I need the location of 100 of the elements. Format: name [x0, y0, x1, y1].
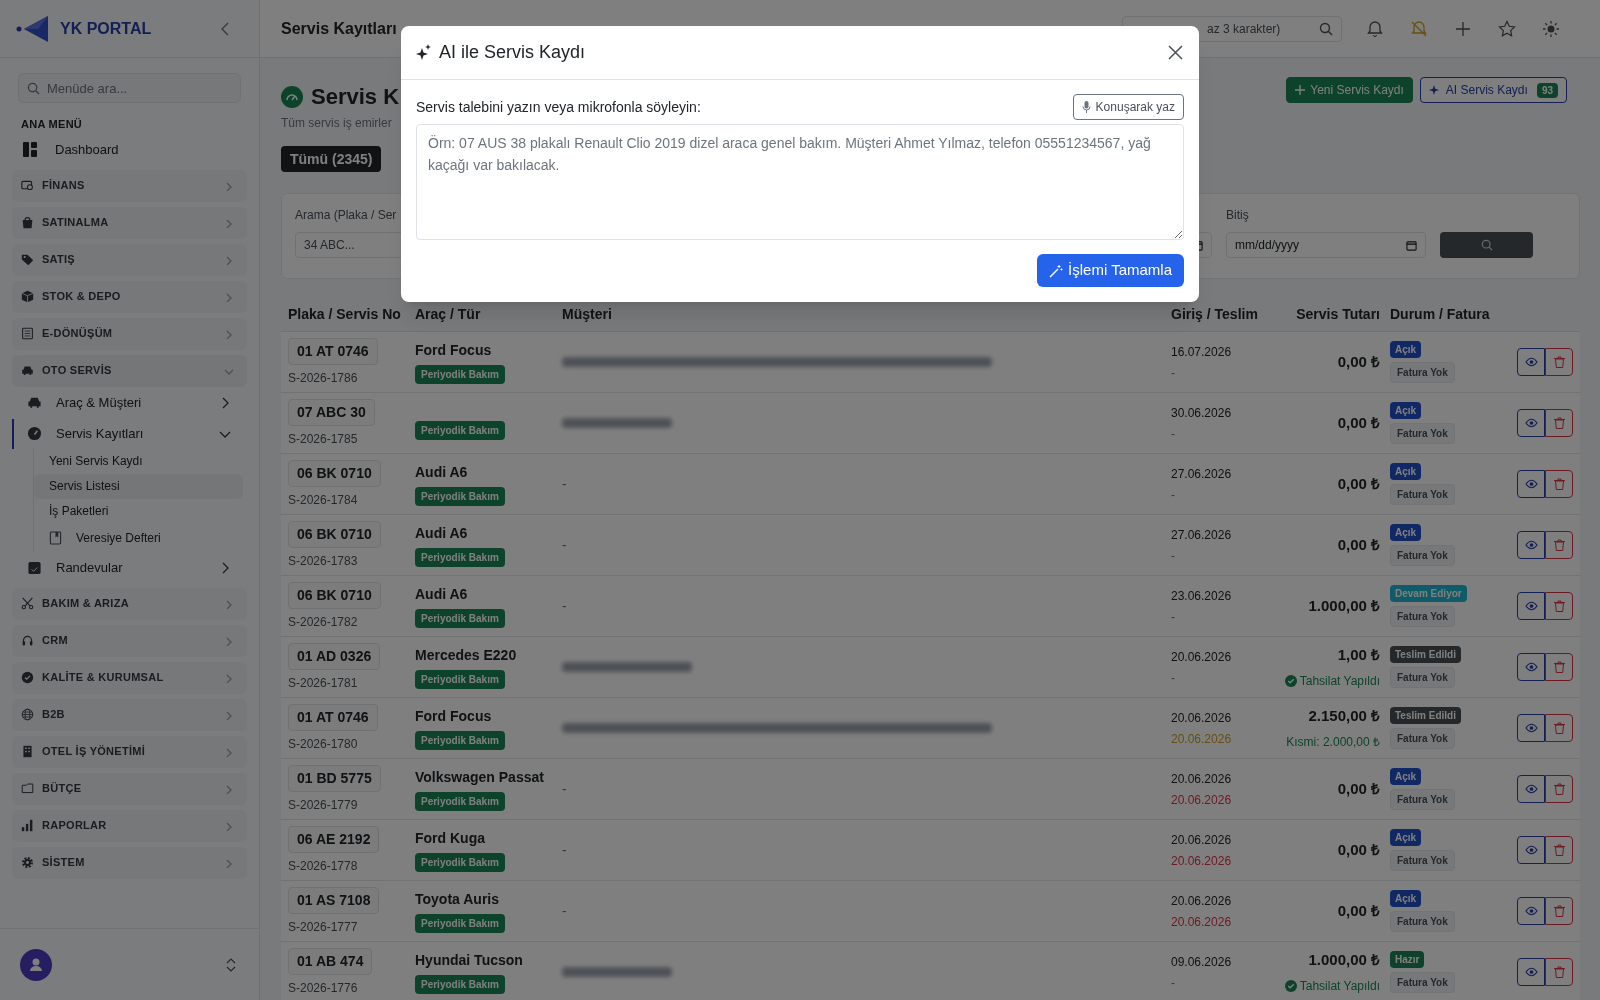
- star-button[interactable]: [1498, 19, 1516, 38]
- delete-button[interactable]: [1545, 836, 1573, 864]
- service-type-badge: Periyodik Bakım: [415, 792, 505, 811]
- eye-icon: [1524, 601, 1538, 611]
- plate-badge: 01 BD 5775: [288, 764, 381, 792]
- menu-section[interactable]: SİSTEM: [12, 846, 247, 879]
- new-record-button[interactable]: Yeni Servis Kaydı: [1286, 77, 1413, 103]
- service-number: S-2026-1785: [288, 430, 358, 448]
- delete-button[interactable]: [1545, 897, 1573, 925]
- plate-badge: 07 ABC 30: [288, 398, 375, 426]
- ai-record-button[interactable]: AI Servis Kaydı 93: [1419, 77, 1567, 103]
- globe-icon: [21, 708, 34, 721]
- status-badge: Açık: [1390, 768, 1422, 785]
- view-button[interactable]: [1517, 348, 1545, 376]
- view-button[interactable]: [1517, 592, 1545, 620]
- delete-button[interactable]: [1545, 958, 1573, 986]
- invoice-badge: Fatura Yok: [1390, 606, 1455, 627]
- sun-button[interactable]: [1542, 19, 1560, 38]
- up-down-chevron-icon: [226, 957, 236, 972]
- service-type-badge: Periyodik Bakım: [415, 975, 505, 994]
- menu-section[interactable]: E-DÖNÜŞÜM: [12, 317, 247, 350]
- menu-section[interactable]: CRM: [12, 624, 247, 657]
- menu-section[interactable]: RAPORLAR: [12, 809, 247, 842]
- filter-tab[interactable]: Tümü (2345): [281, 146, 382, 172]
- status-badge: Devam Ediyor: [1390, 585, 1467, 602]
- submenu-link[interactable]: İş Paketleri: [34, 498, 243, 524]
- view-button[interactable]: [1517, 958, 1545, 986]
- menu-search-field[interactable]: Menüde ara...: [18, 73, 241, 103]
- column-header: Durum / Fatura: [1389, 305, 1491, 324]
- submenu-item[interactable]: Araç & Müşteri: [12, 387, 247, 418]
- view-button[interactable]: [1517, 409, 1545, 437]
- complete-button[interactable]: İşlemi Tamamla: [1037, 254, 1184, 287]
- service-amount: 0,00 ₺: [1337, 534, 1380, 555]
- eye-icon: [1524, 723, 1538, 733]
- menu-section[interactable]: STOK & DEPO: [12, 280, 247, 313]
- delete-button[interactable]: [1545, 653, 1573, 681]
- menu-section[interactable]: FİNANS: [12, 169, 247, 202]
- status-badge: Açık: [1390, 402, 1422, 419]
- delivery-date: 20.06.2026: [1171, 852, 1233, 870]
- entry-date: 27.06.2026: [1171, 465, 1233, 483]
- menu-section[interactable]: B2B: [12, 698, 247, 731]
- customer-name: -: [562, 474, 567, 494]
- service-amount: 1.000,00 ₺: [1308, 950, 1380, 971]
- plate-badge: 06 BK 0710: [288, 520, 381, 548]
- service-amount: 0,00 ₺: [1337, 351, 1380, 372]
- plus-button[interactable]: [1454, 19, 1472, 38]
- view-button[interactable]: [1517, 470, 1545, 498]
- trash-icon: [1553, 783, 1565, 795]
- menu-heading: ANA MENÜ: [21, 117, 84, 132]
- dashboard-icon: [23, 142, 37, 157]
- field-label: Arama (Plaka / Ser: [295, 207, 398, 224]
- menu-section[interactable]: SATINALMA: [12, 206, 247, 239]
- delete-button[interactable]: [1545, 531, 1573, 559]
- plate-badge: 06 BK 0710: [288, 581, 381, 609]
- vehicle-name: Audi A6: [415, 524, 468, 543]
- delete-button[interactable]: [1545, 592, 1573, 620]
- submenu-item[interactable]: Servis Kayıtları: [12, 418, 247, 449]
- invoice-badge: Fatura Yok: [1390, 972, 1455, 993]
- eye-icon: [1524, 906, 1538, 916]
- menu-section[interactable]: OTEL İŞ YÖNETİMİ: [12, 735, 247, 768]
- menu-section[interactable]: KALİTE & KURUMSAL: [12, 661, 247, 694]
- menu-section[interactable]: BÜTÇE: [12, 772, 247, 805]
- end-date-field[interactable]: mm/dd/yyyy: [1226, 232, 1426, 258]
- close-button[interactable]: [1166, 43, 1184, 62]
- delete-button[interactable]: [1545, 714, 1573, 742]
- menu-section[interactable]: SATIŞ: [12, 243, 247, 276]
- view-button[interactable]: [1517, 775, 1545, 803]
- submenu-link[interactable]: Servis Listesi: [34, 473, 243, 499]
- view-button[interactable]: [1517, 897, 1545, 925]
- submenu-link[interactable]: Yeni Servis Kaydı: [34, 448, 243, 474]
- entry-date: 23.06.2026: [1171, 587, 1233, 605]
- service-type-badge: Periyodik Bakım: [415, 420, 505, 440]
- notification-bell-button[interactable]: [1366, 19, 1384, 38]
- menu-item[interactable]: Dashboard: [12, 134, 247, 165]
- trash-icon: [1553, 722, 1565, 734]
- muted-bell-button[interactable]: [1410, 19, 1428, 38]
- service-amount: 0,00 ₺: [1337, 900, 1380, 921]
- delete-button[interactable]: [1545, 470, 1573, 498]
- submenu-link[interactable]: Veresiye Defteri: [34, 523, 243, 552]
- delete-button[interactable]: [1545, 348, 1573, 376]
- trash-icon: [1553, 966, 1565, 978]
- view-button[interactable]: [1517, 836, 1545, 864]
- customer-name: -: [562, 596, 567, 616]
- view-button[interactable]: [1517, 531, 1545, 559]
- view-button[interactable]: [1517, 653, 1545, 681]
- submenu-item[interactable]: Randevular: [12, 552, 247, 583]
- status-badge: Teslim Edildi: [1390, 646, 1461, 663]
- menu-section[interactable]: BAKIM & ARIZA: [12, 587, 247, 620]
- delivery-date: 20.06.2026: [1171, 913, 1233, 931]
- delete-button[interactable]: [1545, 775, 1573, 803]
- folder-icon: [21, 782, 34, 795]
- request-textarea[interactable]: Örn: 07 AUS 38 plakalı Renault Clio 2019 dizel araca genel bakım. Müşteri Ahmet Yılmaz, telefon 05551234567, yağ kaçağı var bakılacak.: [416, 124, 1184, 240]
- delivery-date: -: [1171, 364, 1176, 382]
- view-button[interactable]: [1517, 714, 1545, 742]
- close-icon: [1167, 45, 1183, 60]
- menu-section[interactable]: OTO SERVİS: [12, 354, 247, 387]
- status-badge: Hazır: [1390, 951, 1425, 968]
- voice-input-button[interactable]: Konuşarak yaz: [1072, 94, 1184, 120]
- delete-button[interactable]: [1545, 409, 1573, 437]
- entry-date: 27.06.2026: [1171, 526, 1233, 544]
